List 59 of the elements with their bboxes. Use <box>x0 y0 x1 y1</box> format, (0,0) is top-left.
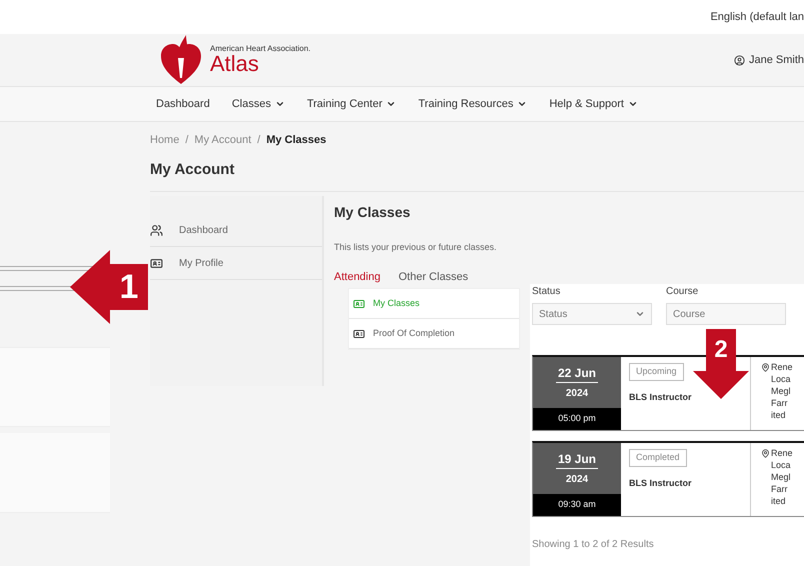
filter-label: Status <box>532 285 562 299</box>
location-line: Loca <box>771 373 792 385</box>
nav-item[interactable]: Dashboard <box>156 96 210 112</box>
section-description: This lists your previous or future classes. <box>334 241 498 254</box>
status-badge: Upcoming <box>629 363 684 380</box>
chevron-icon <box>635 309 645 319</box>
course-name: BLS Instructor <box>629 390 693 404</box>
id-card-icon <box>353 328 365 340</box>
location-pin-icon <box>761 363 770 372</box>
results-count: Showing 1 to 2 of 2 Results <box>532 538 655 552</box>
class-year: 2024 <box>566 473 588 487</box>
arrow-annotation: 1 <box>70 250 148 324</box>
location-line: Farr <box>771 483 788 495</box>
location-line: Rene <box>771 361 793 373</box>
class-day: 19 Jun <box>556 450 598 469</box>
tab[interactable]: Other Classes <box>398 268 468 285</box>
nav-item[interactable]: Training Center <box>306 96 396 112</box>
breadcrumb-separator: / <box>184 133 190 148</box>
location-line: Rene <box>771 447 793 459</box>
tab[interactable]: Attending <box>334 268 380 285</box>
filter-select[interactable]: Status <box>532 303 652 325</box>
location-line: Farr <box>771 397 788 409</box>
nav-item[interactable]: Help & Support <box>549 96 638 112</box>
users-icon <box>150 224 163 236</box>
course-name: BLS Instructor <box>629 476 693 490</box>
filter-label: Course <box>666 285 700 299</box>
id-card-icon <box>353 298 365 310</box>
location-line: Megl <box>771 471 792 483</box>
location-line: ited <box>771 495 787 507</box>
filter-select[interactable]: Course <box>666 303 786 325</box>
chevron-icon <box>628 99 638 109</box>
class-card[interactable]: 19 Jun 2024 09:30 am Completed BLS Instructor Rene Loca Megl Farr ited <box>532 441 804 517</box>
product-name: Atlas <box>210 53 259 75</box>
section-title: My Classes <box>334 203 412 222</box>
chevron-icon <box>274 99 285 109</box>
sidebar-item[interactable]: Dashboard <box>150 214 322 247</box>
organization-name: American Heart Association. <box>210 45 310 53</box>
chevron-icon <box>517 99 528 109</box>
class-year: 2024 <box>566 387 588 401</box>
id-card-icon <box>150 256 163 270</box>
arrow-annotation: 2 <box>693 329 749 399</box>
page-title: My Account <box>150 158 804 192</box>
breadcrumb-separator: / <box>256 133 262 148</box>
chevron-icon <box>386 99 396 109</box>
class-time: 05:00 pm <box>533 408 621 430</box>
location-line: Megl <box>771 385 792 397</box>
submenu-item[interactable]: Proof Of Completion <box>349 319 519 349</box>
class-day: 22 Jun <box>556 364 598 383</box>
location-line: ited <box>771 409 787 421</box>
sidebar-item[interactable]: My Profile <box>150 247 322 280</box>
location-pin-icon <box>761 449 770 458</box>
user-icon <box>734 54 745 66</box>
user-menu[interactable]: Jane Smith <box>734 52 804 68</box>
class-time: 09:30 am <box>533 494 621 516</box>
status-badge: Completed <box>629 449 687 466</box>
nav-item[interactable]: Classes <box>232 96 285 112</box>
location-line: Loca <box>771 459 792 471</box>
nav-item[interactable]: Training Resources <box>418 96 528 112</box>
language-selector[interactable]: English (default lan <box>710 8 804 26</box>
